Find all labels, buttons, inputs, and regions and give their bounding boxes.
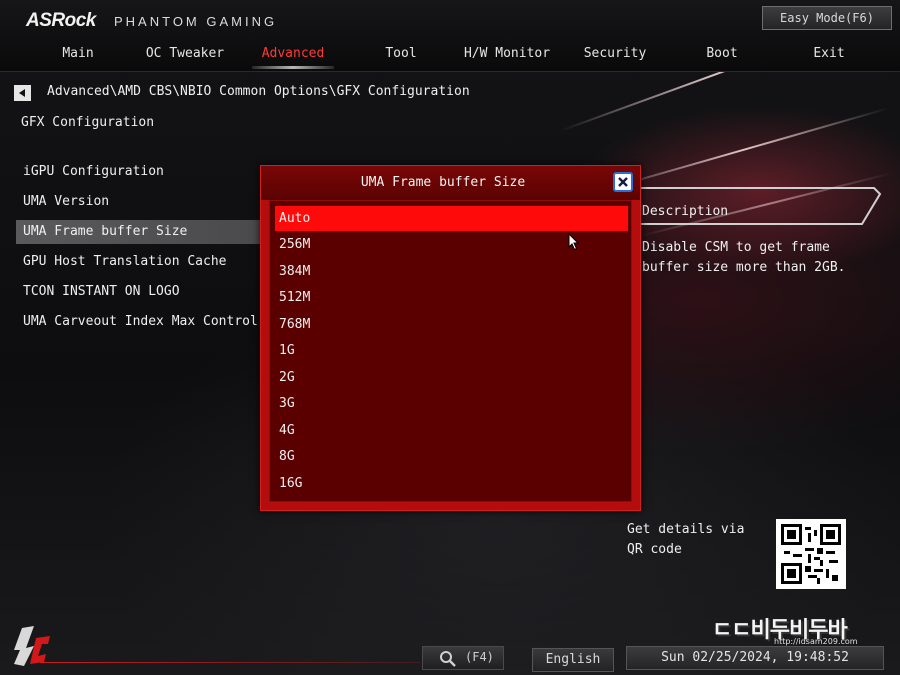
tab-hw-monitor[interactable]: H/W Monitor (452, 46, 562, 64)
qr-code (776, 519, 846, 589)
tab-main[interactable]: Main (23, 46, 133, 64)
menu-item-tcon-instant-on-logo[interactable]: TCON INSTANT ON LOGO (16, 280, 260, 304)
search-button[interactable]: (F4) (422, 646, 504, 670)
tab-security[interactable]: Security (560, 46, 670, 64)
mouse-cursor-icon (568, 233, 580, 251)
option-auto[interactable]: Auto (275, 206, 628, 231)
close-button[interactable] (613, 172, 633, 192)
option-16g[interactable]: 16G (275, 471, 628, 496)
asrock-logo: ASRock (26, 10, 96, 31)
option-3g[interactable]: 3G (275, 391, 628, 416)
phantom-gaming-logo: PHANTOM GAMING (114, 14, 278, 29)
menu-item-igpu-configuration[interactable]: iGPU Configuration (16, 160, 260, 184)
option-4g[interactable]: 4G (275, 418, 628, 443)
menu-item-uma-frame-buffer-size[interactable]: UMA Frame buffer Size (16, 220, 260, 244)
page-title: GFX Configuration (21, 115, 155, 130)
tab-boot[interactable]: Boot (667, 46, 777, 64)
close-icon (618, 177, 628, 187)
qr-caption: Get details via QR code (627, 522, 745, 557)
back-button[interactable] (14, 85, 31, 101)
easy-mode-button[interactable]: Easy Mode(F6) (762, 6, 892, 30)
option-384m[interactable]: 384M (275, 259, 628, 284)
search-key-label: (F4) (465, 650, 494, 664)
tab-oc-tweaker[interactable]: OC Tweaker (130, 46, 240, 64)
phantom-gaming-emblem-icon (14, 626, 50, 666)
description-title: Description (642, 204, 729, 219)
description-text: Disable CSM to get frame buffer size mor… (642, 240, 846, 275)
option-1g[interactable]: 1G (275, 338, 628, 363)
option-768m[interactable]: 768M (275, 312, 628, 337)
menu-item-uma-version[interactable]: UMA Version (16, 190, 260, 214)
option-512m[interactable]: 512M (275, 285, 628, 310)
dialog-header: UMA Frame buffer Size (261, 166, 640, 200)
tab-tool[interactable]: Tool (346, 46, 456, 64)
language-button[interactable]: English (532, 648, 614, 672)
watermark-url: http://idsam209.com (774, 637, 858, 646)
option-8g[interactable]: 8G (275, 444, 628, 469)
breadcrumb: Advanced\AMD CBS\NBIO Common Options\GFX… (47, 84, 470, 99)
dialog-title: UMA Frame buffer Size (360, 175, 526, 190)
bottom-accent-line (40, 662, 420, 663)
menu-item-uma-carveout-index-max-control[interactable]: UMA Carveout Index Max Control (16, 310, 260, 334)
tab-advanced[interactable]: Advanced (238, 46, 348, 64)
top-bar: ASRock PHANTOM GAMING Easy Mode(F6) Main… (0, 0, 900, 72)
uma-frame-buffer-dialog: UMA Frame buffer Size Auto 256M 384M 512… (260, 165, 641, 511)
menu-item-gpu-host-translation-cache[interactable]: GPU Host Translation Cache (16, 250, 260, 274)
search-icon (440, 651, 456, 667)
datetime-display: Sun 02/25/2024, 19:48:52 (626, 646, 884, 670)
back-arrow-icon (19, 89, 25, 97)
tab-exit[interactable]: Exit (774, 46, 884, 64)
active-tab-indicator (252, 66, 334, 69)
option-2g[interactable]: 2G (275, 365, 628, 390)
